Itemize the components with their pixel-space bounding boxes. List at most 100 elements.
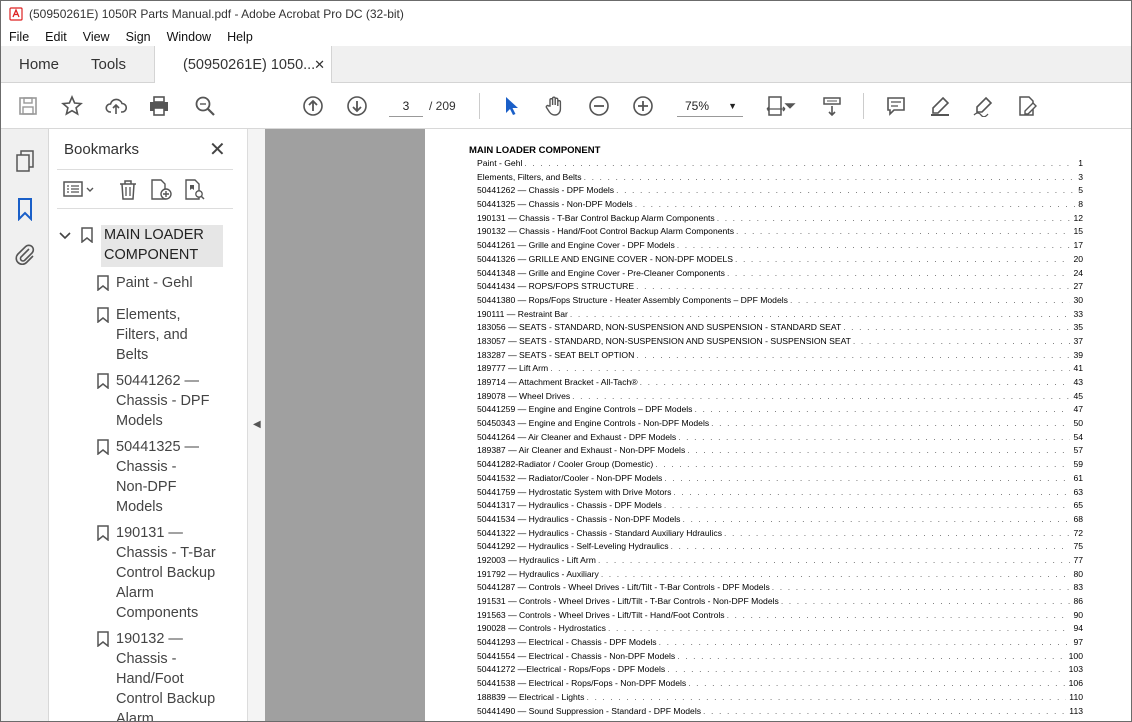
toc-entry[interactable]: 50441326 — GRILLE AND ENGINE COVER - NON… bbox=[477, 253, 1083, 267]
panel-collapse-handle[interactable]: ◀ bbox=[247, 129, 265, 721]
toc-entry[interactable]: 189387 — Air Cleaner and Exhaust - Non-D… bbox=[477, 444, 1083, 458]
tab-document[interactable]: (50950261E) 1050... ✕ bbox=[154, 46, 332, 84]
hand-tool-icon[interactable] bbox=[541, 93, 567, 119]
toc-entry[interactable]: 50441554 — Electrical - Chassis - Non-DP… bbox=[477, 650, 1083, 664]
toc-entry-page: 27 bbox=[1073, 281, 1083, 292]
toc-entry-title: 190028 — Controls - Hydrostatics bbox=[477, 623, 606, 634]
bookmark-icon bbox=[97, 373, 109, 389]
bookmark-search-icon[interactable] bbox=[183, 178, 207, 202]
menu-edit[interactable]: Edit bbox=[37, 30, 75, 44]
toc-entry-title: 50441317 — Hydraulics - Chassis - DPF Mo… bbox=[477, 500, 662, 511]
toc-entry[interactable]: 191792 — Hydraulics - Auxiliary 80 bbox=[477, 568, 1083, 582]
tab-home[interactable]: Home bbox=[19, 46, 59, 83]
menu-file[interactable]: File bbox=[1, 30, 37, 44]
previous-page-icon[interactable] bbox=[300, 93, 326, 119]
toc-entry[interactable]: Elements, Filters, and Belts 3 bbox=[477, 171, 1083, 185]
bookmark-icon bbox=[97, 631, 109, 647]
toc-entry[interactable]: Paint - Gehl 1 bbox=[477, 157, 1083, 171]
toc-entry[interactable]: 50441261 — Grille and Engine Cover - DPF… bbox=[477, 239, 1083, 253]
tab-tools[interactable]: Tools bbox=[91, 46, 126, 83]
zoom-in-icon[interactable] bbox=[630, 93, 656, 119]
zoom-level-select[interactable]: 75% ▼ bbox=[677, 95, 743, 117]
menu-sign[interactable]: Sign bbox=[118, 30, 159, 44]
next-page-icon[interactable] bbox=[344, 93, 370, 119]
toc-leader-dots bbox=[664, 472, 1070, 486]
bookmark-label-line: COMPONENT bbox=[104, 247, 199, 263]
toc-leader-dots bbox=[711, 417, 1070, 431]
toc-entry[interactable]: 192003 — Hydraulics - Lift Arm 77 bbox=[477, 554, 1083, 568]
toc-entry[interactable]: 189714 — Attachment Bracket - All-Tach® … bbox=[477, 376, 1083, 390]
toc-entry[interactable]: 50441292 — Hydraulics - Self-Leveling Hy… bbox=[477, 540, 1083, 554]
highlight-pen-icon[interactable] bbox=[927, 93, 953, 119]
menu-view[interactable]: View bbox=[75, 30, 118, 44]
toc-entry[interactable]: 50441759 — Hydrostatic System with Drive… bbox=[477, 486, 1083, 500]
toc-entry[interactable]: 50441259 — Engine and Engine Controls – … bbox=[477, 403, 1083, 417]
save-icon[interactable] bbox=[15, 93, 41, 119]
page-thumbnails-icon[interactable] bbox=[13, 149, 37, 173]
toc-leader-dots bbox=[853, 335, 1071, 349]
upload-cloud-icon[interactable] bbox=[103, 93, 129, 119]
attachment-paperclip-icon[interactable] bbox=[13, 243, 37, 267]
new-bookmark-icon[interactable] bbox=[149, 178, 173, 202]
toc-entry-title: 191563 — Controls - Wheel Drives - Lift/… bbox=[477, 609, 725, 620]
menu-help[interactable]: Help bbox=[219, 30, 261, 44]
toc-entry[interactable]: 50441532 — Radiator/Cooler - Non-DPF Mod… bbox=[477, 472, 1083, 486]
print-icon[interactable] bbox=[146, 93, 172, 119]
toc-entry[interactable]: 50441293 — Electrical - Chassis - DPF Mo… bbox=[477, 636, 1083, 650]
toc-entry[interactable]: 183287 — SEATS - SEAT BELT OPTION 39 bbox=[477, 349, 1083, 363]
toc-entry[interactable]: 50441490 — Sound Suppression - Standard … bbox=[477, 705, 1083, 719]
toc-entry[interactable]: 183056 — SEATS - STANDARD, NON-SUSPENSIO… bbox=[477, 321, 1083, 335]
toc-entry[interactable]: 189777 — Lift Arm 41 bbox=[477, 362, 1083, 376]
bookmark-panel-icon[interactable] bbox=[13, 197, 37, 222]
toc-entry-page: 24 bbox=[1073, 267, 1083, 278]
toc-entry[interactable]: 50441348 — Grille and Engine Cover - Pre… bbox=[477, 267, 1083, 281]
fit-page-dropdown-icon[interactable] bbox=[783, 93, 797, 119]
toc-entry[interactable]: 50441272 —Electrical - Rops/Fops - DPF M… bbox=[477, 663, 1083, 677]
toc-entry[interactable]: 50441317 — Hydraulics - Chassis - DPF Mo… bbox=[477, 499, 1083, 513]
toc-entry[interactable]: 50441262 — Chassis - DPF Models 5 bbox=[477, 184, 1083, 198]
toc-entry[interactable]: 50441264 — Air Cleaner and Exhaust - DPF… bbox=[477, 431, 1083, 445]
toc-leader-dots bbox=[688, 677, 1065, 691]
toc-entry[interactable]: 50441325 — Chassis - Non-DPF Models 8 bbox=[477, 198, 1083, 212]
toc-entry[interactable]: 190131 — Chassis - T-Bar Control Backup … bbox=[477, 212, 1083, 226]
toc-entry[interactable]: 190111 — Restraint Bar 33 bbox=[477, 308, 1083, 322]
zoom-out-icon[interactable] bbox=[586, 93, 612, 119]
document-viewport[interactable]: MAIN LOADER COMPONENT Paint - Gehl 1 Ele… bbox=[265, 129, 1131, 721]
delete-bookmark-icon[interactable] bbox=[117, 178, 139, 202]
bookmarks-toolbar bbox=[57, 169, 233, 209]
bookmark-item-main-loader-component[interactable]: MAIN LOADER COMPONENT bbox=[59, 225, 227, 269]
toc-entry[interactable]: 189078 — Wheel Drives 45 bbox=[477, 390, 1083, 404]
scroll-mode-icon[interactable] bbox=[819, 93, 845, 119]
chevron-down-icon[interactable] bbox=[59, 231, 71, 241]
star-icon[interactable] bbox=[59, 93, 85, 119]
toc-entry[interactable]: 191531 — Controls - Wheel Drives - Lift/… bbox=[477, 595, 1083, 609]
toc-entry[interactable]: 50441322 — Hydraulics - Chassis - Standa… bbox=[477, 527, 1083, 541]
close-icon[interactable]: ✕ bbox=[209, 137, 226, 162]
toc-entry[interactable]: 190028 — Controls - Hydrostatics 94 bbox=[477, 622, 1083, 636]
select-pointer-icon[interactable] bbox=[498, 93, 524, 119]
toc-entry[interactable]: 50441534 — Hydraulics - Chassis - Non-DP… bbox=[477, 513, 1083, 527]
toc-entry-page: 15 bbox=[1073, 226, 1083, 237]
toc-entry[interactable]: 50441282-Radiator / Cooler Group (Domest… bbox=[477, 458, 1083, 472]
toc-entry-page: 90 bbox=[1073, 609, 1083, 620]
toc-entry[interactable]: 190132 — Chassis - Hand/Foot Control Bac… bbox=[477, 225, 1083, 239]
toc-entry[interactable]: 50441434 — ROPS/FOPS STRUCTURE 27 bbox=[477, 280, 1083, 294]
fill-sign-icon[interactable] bbox=[1014, 93, 1040, 119]
toc-entry[interactable]: 50441287 — Controls - Wheel Drives - Lif… bbox=[477, 581, 1083, 595]
toc-entry[interactable]: 50441538 — Electrical - Rops/Fops - Non-… bbox=[477, 677, 1083, 691]
sign-pen-icon[interactable] bbox=[970, 93, 996, 119]
zoom-search-icon[interactable] bbox=[192, 93, 218, 119]
menu-window[interactable]: Window bbox=[159, 30, 219, 44]
toc-entry[interactable]: 50441380 — Rops/Fops Structure - Heater … bbox=[477, 294, 1083, 308]
close-tab-icon[interactable]: ✕ bbox=[314, 57, 325, 73]
toc-entry[interactable]: 183057 — SEATS - STANDARD, NON-SUSPENSIO… bbox=[477, 335, 1083, 349]
bookmark-label: Paint - Gehl bbox=[116, 275, 193, 291]
toc-leader-dots bbox=[636, 280, 1070, 294]
comment-icon[interactable] bbox=[883, 93, 909, 119]
chevron-left-icon[interactable]: ◀ bbox=[253, 419, 261, 430]
toc-entry[interactable]: 188839 — Electrical - Lights 110 bbox=[477, 691, 1083, 705]
bookmark-options-icon[interactable] bbox=[63, 178, 97, 202]
page-number-input[interactable]: 3 bbox=[389, 95, 423, 117]
toc-entry[interactable]: 191563 — Controls - Wheel Drives - Lift/… bbox=[477, 609, 1083, 623]
toc-entry[interactable]: 50450343 — Engine and Engine Controls - … bbox=[477, 417, 1083, 431]
